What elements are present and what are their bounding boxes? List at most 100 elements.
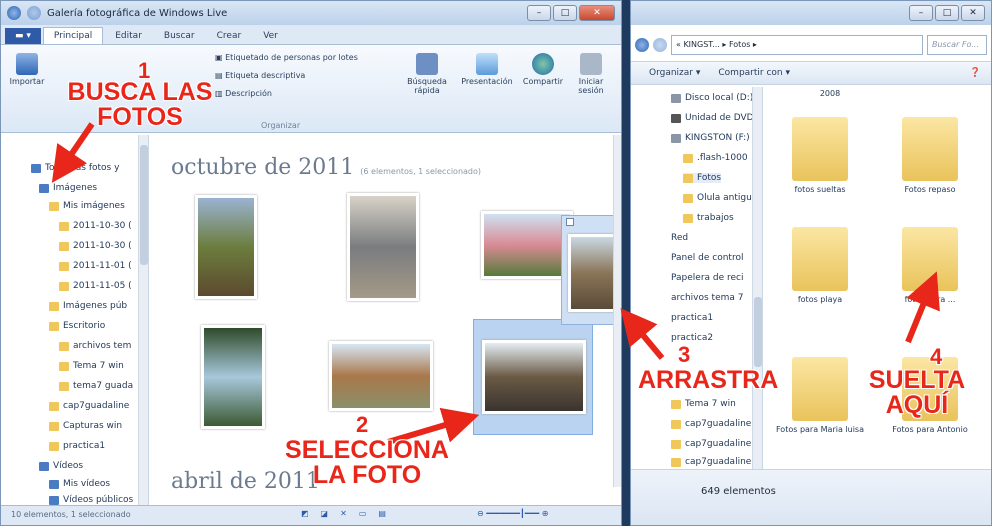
minimize-button[interactable]: –: [527, 5, 551, 21]
nav-recycle-bin[interactable]: Papelera de reci: [671, 273, 744, 283]
nav-my-images[interactable]: Mis imágenes: [49, 201, 125, 211]
nav-videos[interactable]: Vídeos: [39, 461, 83, 471]
app-menu-button[interactable]: ▬ ▾: [5, 28, 41, 44]
minimize-button[interactable]: –: [909, 5, 933, 21]
annotation-step-3: ARRASTRA: [638, 366, 779, 394]
nav-folder[interactable]: 2011-11-01 (: [59, 261, 132, 271]
description-button[interactable]: ▥ Descripción: [215, 89, 272, 98]
slideshow-button[interactable]: Presentación: [459, 53, 515, 86]
photo-thumbnail[interactable]: [481, 211, 573, 279]
nav-all-photos[interactable]: Todas las fotos y: [31, 163, 119, 173]
nav-folder[interactable]: .flash-1000: [683, 153, 748, 163]
checkbox-icon[interactable]: [566, 218, 574, 226]
share-button[interactable]: Compartir: [521, 53, 565, 86]
tab-principal[interactable]: Principal: [42, 27, 104, 44]
folder-item-drop-target[interactable]: fotos para ...: [885, 227, 975, 304]
nav-folder[interactable]: archivos tem: [59, 341, 131, 351]
folder-item[interactable]: fotos sueltas: [775, 117, 865, 194]
nav-label: Imágenes: [53, 183, 98, 193]
nav-public-videos[interactable]: Vídeos públicos: [49, 495, 133, 505]
tag-icon: ▤: [215, 71, 223, 80]
explorer-nav-scrollbar[interactable]: [752, 87, 762, 471]
back-icon[interactable]: [635, 38, 649, 52]
nav-folder[interactable]: cap7guadaline: [671, 439, 751, 449]
close-button[interactable]: ✕: [579, 5, 615, 21]
folder-item[interactable]: fotos playa: [775, 227, 865, 304]
forward-icon[interactable]: [27, 6, 41, 20]
scroll-thumb[interactable]: [754, 297, 762, 367]
nav-control-panel[interactable]: Panel de control: [671, 253, 743, 263]
folder-label: Fotos para Maria luisa: [775, 425, 864, 434]
back-icon[interactable]: [7, 6, 21, 20]
nav-folder[interactable]: Tema 7 win: [59, 361, 124, 371]
folder-icon: [902, 117, 958, 181]
search-input[interactable]: Buscar Fo...: [927, 35, 987, 55]
nav-folder[interactable]: Olula antigua: [683, 193, 757, 203]
nav-drive[interactable]: Disco local (D:): [671, 93, 753, 103]
photo-thumbnail[interactable]: [195, 195, 257, 299]
folder-icon: [683, 173, 693, 183]
photo-thumbnail[interactable]: [201, 325, 265, 429]
nav-network[interactable]: Red: [671, 233, 688, 243]
nav-folder[interactable]: 2011-11-05 (: [59, 281, 132, 291]
address-bar[interactable]: « KINGST... ▸ Fotos ▸: [671, 35, 923, 55]
nav-label: Olula antigua: [697, 193, 758, 203]
import-button[interactable]: Importar: [7, 53, 47, 86]
tab-crear[interactable]: Crear: [207, 28, 252, 44]
tab-editar[interactable]: Editar: [105, 28, 152, 44]
maximize-button[interactable]: □: [935, 5, 959, 21]
status-toolbar-icons[interactable]: ◩◪✕▭▤: [301, 509, 398, 518]
nav-folder[interactable]: practica1: [49, 441, 105, 451]
nav-folder[interactable]: cap7guadaline: [49, 401, 129, 411]
selected-photo-thumbnail[interactable]: [482, 340, 586, 414]
drive-icon: [671, 93, 681, 103]
nav-folder[interactable]: trabajos: [683, 213, 734, 223]
nav-scrollbar[interactable]: [138, 135, 148, 507]
organize-button[interactable]: Organizar ▾: [649, 68, 700, 78]
nav-folder[interactable]: tema7 guada: [59, 381, 133, 391]
photo-thumbnail[interactable]: [347, 193, 419, 301]
content-scrollbar[interactable]: [613, 135, 621, 487]
share-with-button[interactable]: Compartir con ▾: [718, 68, 790, 78]
nav-folder-fotos[interactable]: Fotos: [683, 173, 722, 183]
forward-icon[interactable]: [653, 38, 667, 52]
folder-label: fotos sueltas: [794, 185, 846, 194]
descriptive-tag-button[interactable]: ▤ Etiqueta descriptiva: [215, 71, 305, 80]
nav-dvd[interactable]: Unidad de DVD: [671, 113, 754, 123]
nav-usb[interactable]: KINGSTON (F:): [671, 133, 750, 143]
nav-folder[interactable]: cap7guadaline: [671, 457, 751, 467]
nav-folder[interactable]: Imágenes púb: [49, 301, 127, 311]
folder-item[interactable]: Fotos para Maria luisa: [775, 357, 865, 434]
selected-photo-highlight[interactable]: [473, 319, 593, 435]
folder-item[interactable]: Fotos repaso: [885, 117, 975, 194]
people-tagging-button[interactable]: ▣ Etiquetado de personas por lotes: [215, 53, 358, 62]
sign-in-button[interactable]: Iniciar sesión: [571, 53, 611, 95]
nav-folder[interactable]: practica1: [671, 313, 713, 323]
nav-label: Panel de control: [671, 253, 744, 263]
nav-folder[interactable]: Escritorio: [49, 321, 105, 331]
photo-thumbnail[interactable]: [329, 341, 433, 411]
tab-buscar[interactable]: Buscar: [154, 28, 205, 44]
nav-label: cap7guadaline: [63, 401, 130, 411]
nav-my-videos[interactable]: Mis vídeos: [49, 479, 110, 489]
close-button[interactable]: ✕: [961, 5, 985, 21]
maximize-button[interactable]: □: [553, 5, 577, 21]
quick-search-button[interactable]: Búsqueda rápida: [405, 53, 449, 95]
nav-folder[interactable]: Tema 7 win: [671, 399, 736, 409]
folder-icon: [59, 241, 69, 251]
nav-folder[interactable]: 2011-10-30 (: [59, 221, 132, 231]
nav-folder[interactable]: Capturas win: [49, 421, 122, 431]
status-text: 10 elementos, 1 seleccionado: [11, 510, 131, 519]
nav-folder[interactable]: cap7guadaline: [671, 419, 751, 429]
help-icon[interactable]: ❓: [970, 68, 981, 78]
folder-icon: [792, 357, 848, 421]
scroll-thumb[interactable]: [140, 145, 148, 265]
tab-ver[interactable]: Ver: [253, 28, 288, 44]
nav-folder[interactable]: archivos tema 7: [671, 293, 744, 303]
nav-label: Tema 7 win: [685, 399, 736, 409]
ribbon-tabs: ▬ ▾ Principal Editar Buscar Crear Ver: [1, 25, 621, 45]
nav-label: KINGSTON (F:): [685, 133, 750, 143]
nav-folder[interactable]: 2011-10-30 (: [59, 241, 132, 251]
nav-images[interactable]: Imágenes: [39, 183, 97, 193]
zoom-slider[interactable]: ⊖ ━━━━━━━┃━━━ ⊕: [477, 509, 548, 518]
